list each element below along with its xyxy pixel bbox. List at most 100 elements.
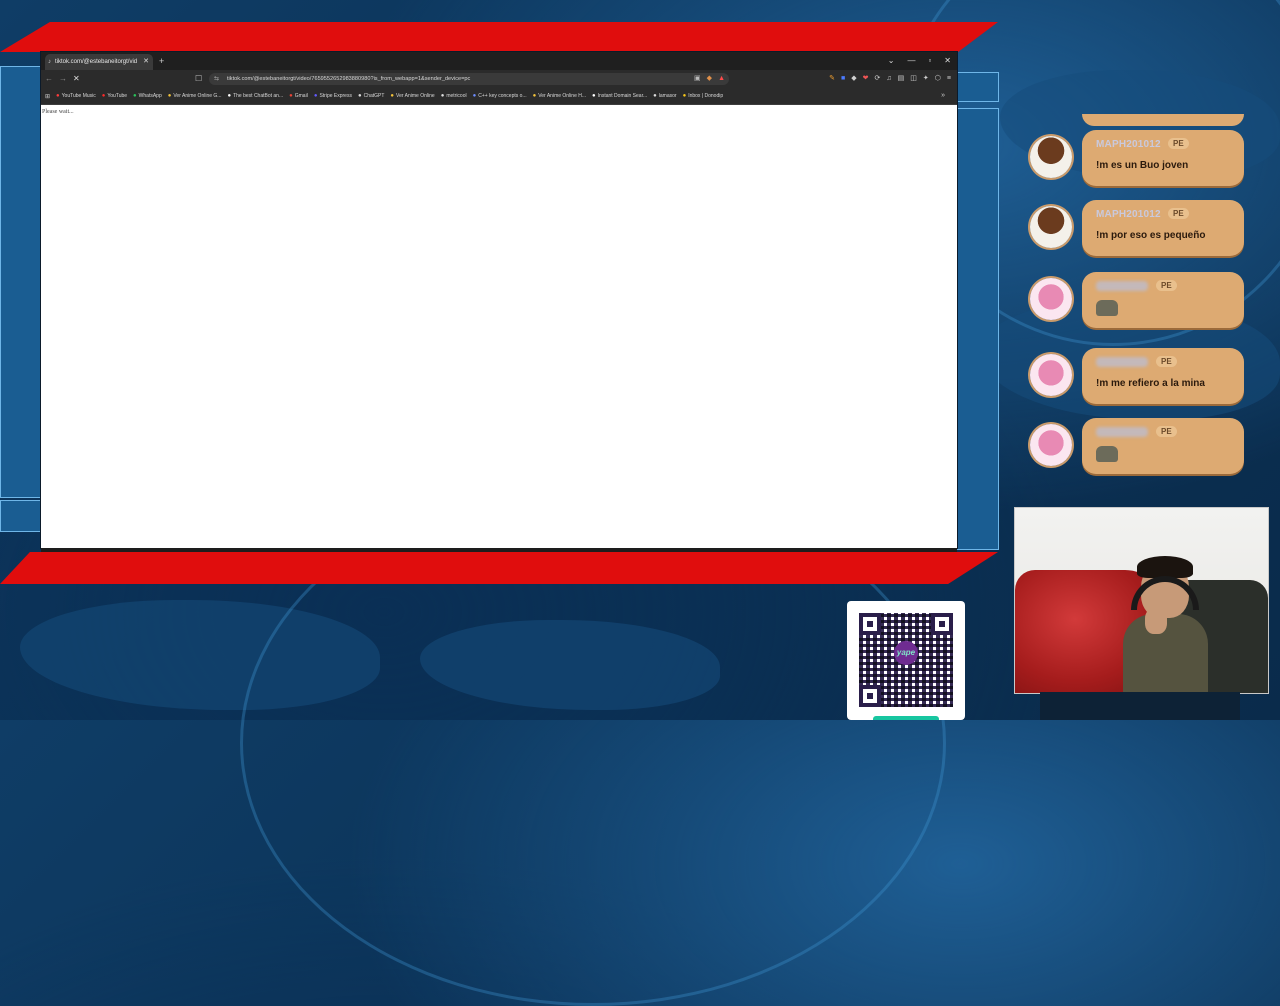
chat-bubble: MAPH201012 PE !m es un Buo joven <box>1082 130 1244 186</box>
bookmark-label: Stripe Express <box>319 93 352 99</box>
chat-bubble: PE <box>1082 272 1244 328</box>
bookmark-item[interactable]: ● WhatsApp <box>133 93 162 99</box>
shield-icon[interactable]: ⬡ <box>935 70 941 88</box>
bookmarks-overflow-icon[interactable]: » <box>941 88 945 104</box>
bookmark-label: Ver Anime Online G... <box>173 93 222 99</box>
side-strip <box>957 108 999 550</box>
bookmark-label: Gmail <box>294 93 308 99</box>
reading-list-icon[interactable]: ▤ <box>898 70 905 88</box>
bookmark-item[interactable]: ● YouTube <box>102 93 127 99</box>
bookmark-item[interactable]: ● Ver Anime Online H... <box>533 93 586 99</box>
anime-icon: ● <box>167 93 172 99</box>
bookmark-label: The best ChatBot an... <box>233 93 284 99</box>
side-strip <box>0 66 42 498</box>
extensions-puzzle-icon[interactable]: ✦ <box>923 70 929 88</box>
minimize-icon[interactable]: — <box>907 52 915 70</box>
toolbar: ← → ✕ ☐ ⇆ tiktok.com/@estebaneitorgt/vid… <box>41 70 957 88</box>
side-strip <box>957 72 999 102</box>
url-text: tiktok.com/@estebaneitorgt/video/7659552… <box>227 76 471 82</box>
maximize-icon[interactable]: ▫ <box>928 52 931 70</box>
loading-text: Please wait... <box>42 109 74 115</box>
side-strip <box>0 500 42 532</box>
tab-search-icon[interactable]: ⌄ <box>888 52 895 70</box>
bookmark-item[interactable]: ● Gmail <box>289 93 308 99</box>
bookmark-item[interactable]: ● metricool <box>441 93 467 99</box>
bookmark-label: YouTube Music <box>61 93 96 99</box>
chatgpt-icon: ● <box>357 93 362 99</box>
extension-icon[interactable]: ■ <box>841 70 845 88</box>
close-window-icon[interactable]: ✕ <box>944 52 951 70</box>
streamer-hair <box>1137 556 1193 578</box>
back-icon[interactable]: ← <box>45 70 53 88</box>
bookmark-label: YouTube <box>107 93 128 99</box>
bookmark-item[interactable]: ● Ver Anime Online G... <box>168 93 222 99</box>
chat-username: MAPH201012 <box>1096 139 1161 150</box>
address-bar[interactable]: ⇆ tiktok.com/@estebaneitorgt/video/76595… <box>209 73 729 85</box>
bookmark-label: Ver Anime Online H... <box>538 93 587 99</box>
omnibox-actions: ▣ ◆ ▲ <box>694 73 725 85</box>
chat-bubble: MAPH201012 PE !m por eso es pequeño <box>1082 200 1244 256</box>
forward-icon[interactable]: → <box>59 70 67 88</box>
bookmark-item[interactable]: ● ChatGPT <box>358 93 384 99</box>
stop-loading-icon[interactable]: ✕ <box>73 70 80 88</box>
qr-finder <box>931 613 953 635</box>
bookmark-item[interactable]: ● lamasor <box>653 93 676 99</box>
bookmark-item[interactable]: ● Inbox | Donodip <box>683 93 724 99</box>
bookmark-label: Instant Domain Sear... <box>597 93 648 99</box>
bookmark-item[interactable]: ● Ver Anime Online <box>390 93 434 99</box>
music-icon[interactable]: ♫ <box>886 70 891 88</box>
site-info-icon[interactable]: ⇆ <box>214 73 219 85</box>
bookmarks-bar: ⊞ ● YouTube Music ● YouTube ● WhatsApp ● Ver An… <box>41 88 957 105</box>
extensions-bar: ✎ ■ ◆ ❤ ⟳ ♫ ▤ ◫ ✦ ⬡ ≡ <box>829 70 951 88</box>
bookmark-item[interactable]: ● Stripe Express <box>314 93 352 99</box>
taskbar-strip <box>41 548 957 552</box>
chat-text: !m por eso es pequeño <box>1096 230 1206 241</box>
bookmark-item[interactable]: ● The best ChatBot an... <box>227 93 283 99</box>
extension-icon[interactable]: ◆ <box>851 70 856 88</box>
tab-title: tiktok.com/@estebaneitorgt/vid <box>55 59 138 65</box>
pen-icon[interactable]: ✎ <box>829 70 835 88</box>
extension-icon[interactable]: ⟳ <box>875 70 881 88</box>
title-bar: ♪ tiktok.com/@estebaneitorgt/vid ✕ + ⌄ —… <box>41 52 957 70</box>
red-banner-top <box>0 22 998 52</box>
chat-bubble: PE <box>1082 418 1244 474</box>
country-badge: PE <box>1168 138 1189 149</box>
page-content: Please wait... <box>41 105 957 548</box>
warning-icon[interactable]: ▲ <box>718 73 725 85</box>
tiktok-icon: ♪ <box>48 59 51 65</box>
webcam-feed <box>1014 507 1269 694</box>
chat-bubble: PE !m me refiero a la mina <box>1082 348 1244 404</box>
new-tab-button[interactable]: + <box>159 54 164 68</box>
bookmark-label: WhatsApp <box>138 93 162 99</box>
qr-accent-bar <box>873 716 939 720</box>
apps-grid-icon[interactable]: ⊞ <box>45 93 50 100</box>
bookmark-icon[interactable]: ☐ <box>195 70 202 88</box>
emote-icon <box>1096 446 1118 462</box>
yape-logo: yape <box>894 641 918 665</box>
close-tab-icon[interactable]: ✕ <box>143 54 149 70</box>
side-panel-icon[interactable]: ◫ <box>910 70 917 88</box>
bookmark-item[interactable]: ● C++ key concepts o... <box>473 93 527 99</box>
country-badge: PE <box>1156 426 1177 437</box>
bookmark-label: lamasor <box>658 93 677 99</box>
qr-finder <box>859 613 881 635</box>
bookmark-item[interactable]: ● Instant Domain Sear... <box>592 93 647 99</box>
qr-finder <box>859 685 881 707</box>
country-badge: PE <box>1168 208 1189 219</box>
browser-window: ♪ tiktok.com/@estebaneitorgt/vid ✕ + ⌄ —… <box>41 52 957 548</box>
window-controls: ⌄ — ▫ ✕ <box>888 52 951 70</box>
browser-tab[interactable]: ♪ tiktok.com/@estebaneitorgt/vid ✕ <box>45 54 153 70</box>
bookmark-item[interactable]: ● YouTube Music <box>56 93 96 99</box>
anime-icon: ● <box>532 93 537 99</box>
chat-text: !m me refiero a la mina <box>1096 378 1205 389</box>
translate-icon[interactable]: ▣ <box>694 73 701 85</box>
avatar <box>1030 354 1072 396</box>
avatar <box>1030 136 1072 178</box>
extension-icon[interactable]: ❤ <box>863 70 869 88</box>
streamer <box>1123 556 1208 693</box>
gmail-icon: ● <box>289 93 293 99</box>
youtube-music-icon: ● <box>56 93 60 99</box>
extension-icon[interactable]: ◆ <box>707 73 712 85</box>
menu-icon[interactable]: ≡ <box>947 70 951 88</box>
emote-icon <box>1096 300 1118 316</box>
